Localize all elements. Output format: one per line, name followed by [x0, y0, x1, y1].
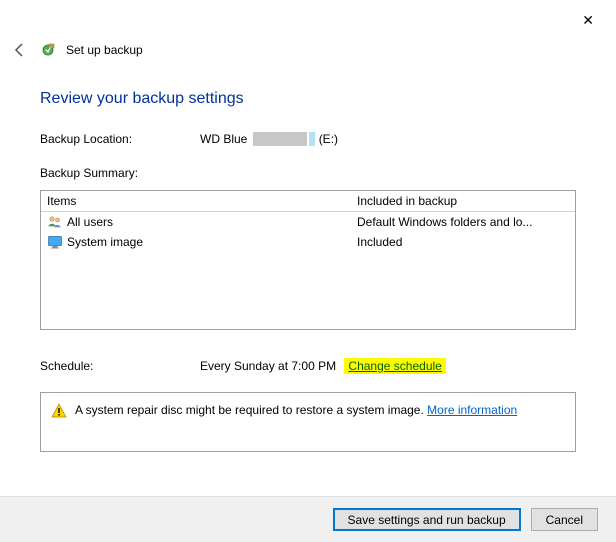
monitor-icon [47, 234, 63, 250]
window-title: Set up backup [66, 43, 143, 57]
change-schedule-link[interactable]: Change schedule [347, 358, 442, 374]
location-drive: (E:) [319, 132, 338, 146]
item-included: Default Windows folders and lo... [357, 215, 569, 229]
item-included: Included [357, 235, 569, 249]
item-name: System image [67, 235, 143, 249]
list-item[interactable]: All users Default Windows folders and lo… [41, 212, 575, 232]
list-item[interactable]: System image Included [41, 232, 575, 252]
save-run-button[interactable]: Save settings and run backup [333, 508, 521, 531]
schedule-highlight: Change schedule [344, 358, 446, 374]
users-icon [47, 214, 63, 230]
notice-text-line: A system repair disc might be required t… [75, 403, 517, 417]
schedule-value: Every Sunday at 7:00 PM [200, 359, 336, 373]
backup-app-icon [40, 42, 56, 58]
backup-location-row: Backup Location: WD Blue (E:) [40, 132, 576, 146]
col-header-items[interactable]: Items [47, 194, 357, 208]
location-prefix: WD Blue [200, 132, 247, 146]
summary-header: Items Included in backup [41, 191, 575, 212]
col-header-included[interactable]: Included in backup [357, 194, 569, 208]
header-bar: Set up backup [0, 0, 616, 60]
summary-list: Items Included in backup All users [40, 190, 576, 330]
content-area: Review your backup settings Backup Locat… [0, 60, 616, 452]
notice-text: A system repair disc might be required t… [75, 403, 424, 417]
item-name: All users [67, 215, 113, 229]
dialog-window: ✕ Set up backup Review your backup setti… [0, 0, 616, 542]
schedule-row: Schedule: Every Sunday at 7:00 PM Change… [40, 358, 576, 374]
schedule-label: Schedule: [40, 359, 200, 373]
warning-icon [51, 403, 67, 419]
cancel-button[interactable]: Cancel [531, 508, 598, 531]
summary-label: Backup Summary: [40, 166, 576, 180]
location-value: WD Blue (E:) [200, 132, 338, 146]
location-masked [253, 132, 307, 146]
location-accent [309, 132, 315, 146]
back-button[interactable] [10, 40, 30, 60]
footer: Save settings and run backup Cancel [0, 496, 616, 542]
close-button[interactable]: ✕ [574, 8, 602, 33]
more-info-link[interactable]: More information [427, 403, 517, 417]
location-redacted-1 [247, 132, 250, 146]
location-label: Backup Location: [40, 132, 200, 146]
page-heading: Review your backup settings [40, 90, 576, 108]
notice-box: A system repair disc might be required t… [40, 392, 576, 452]
